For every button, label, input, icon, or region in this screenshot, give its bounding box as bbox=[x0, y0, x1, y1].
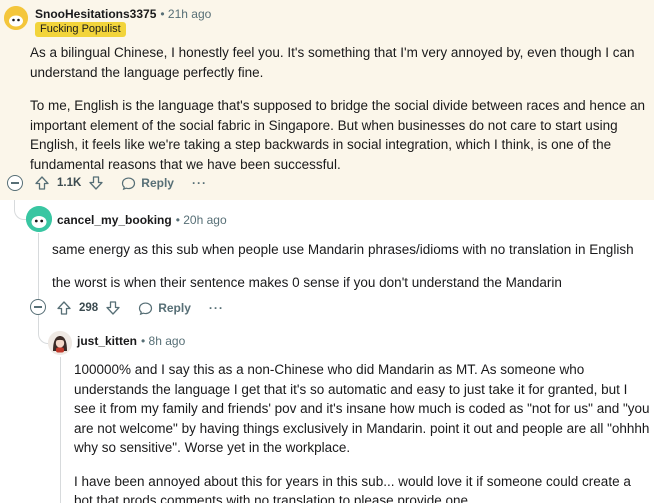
thread-connector bbox=[14, 200, 26, 220]
downvote-icon[interactable] bbox=[104, 299, 122, 317]
comment-meta: just_kitten • 8h ago bbox=[77, 334, 185, 348]
comment-actions: 1.1K Reply ··· bbox=[33, 171, 207, 195]
upvote-icon[interactable] bbox=[33, 174, 51, 192]
comment-paragraph: As a bilingual Chinese, I honestly feel … bbox=[30, 45, 635, 80]
comment-paragraph: 100000% and I say this as a non-Chinese … bbox=[74, 362, 650, 455]
comment-meta: SnooHesitations3375 • 21h ago bbox=[35, 7, 211, 21]
reply-label: Reply bbox=[158, 301, 191, 315]
comment-meta: cancel_my_booking • 20h ago bbox=[57, 213, 227, 227]
downvote-icon[interactable] bbox=[87, 174, 105, 192]
comment-thread: SnooHesitations3375 • 21h ago Fucking Po… bbox=[0, 0, 654, 503]
more-icon[interactable]: ··· bbox=[192, 176, 207, 190]
reply-icon bbox=[139, 301, 153, 315]
snoo-avatar[interactable] bbox=[4, 6, 28, 30]
more-icon[interactable]: ··· bbox=[209, 301, 224, 315]
vote-count: 1.1K bbox=[57, 177, 82, 189]
comment-paragraph: same energy as this sub when people use … bbox=[52, 242, 634, 257]
comment-paragraph: I have been annoyed about this for years… bbox=[74, 473, 631, 503]
comment-highlighted: SnooHesitations3375 • 21h ago Fucking Po… bbox=[0, 0, 654, 200]
vote-count: 298 bbox=[79, 302, 99, 314]
thread-line[interactable] bbox=[60, 357, 61, 503]
upvote-icon[interactable] bbox=[55, 299, 73, 317]
username[interactable]: just_kitten bbox=[77, 334, 137, 348]
comment-paragraph: the worst is when their sentence makes 0… bbox=[52, 274, 562, 290]
collapse-icon[interactable] bbox=[7, 175, 23, 191]
timestamp[interactable]: • 21h ago bbox=[160, 7, 211, 21]
username[interactable]: cancel_my_booking bbox=[57, 213, 172, 227]
comment-body: 100000% and I say this as a non-Chinese … bbox=[74, 360, 650, 503]
reply-button[interactable]: Reply bbox=[121, 176, 174, 191]
comment-actions: 298 Reply ··· bbox=[55, 296, 224, 320]
comment-paragraph: To me, English is the language that's su… bbox=[30, 98, 645, 172]
snoo-avatar[interactable] bbox=[26, 206, 52, 232]
username[interactable]: SnooHesitations3375 bbox=[35, 7, 156, 21]
comment-body: As a bilingual Chinese, I honestly feel … bbox=[30, 43, 648, 188]
collapse-icon[interactable] bbox=[30, 299, 46, 315]
reply-button[interactable]: Reply bbox=[138, 301, 191, 316]
user-avatar[interactable] bbox=[48, 331, 72, 355]
reply-icon bbox=[122, 176, 136, 190]
reply-label: Reply bbox=[141, 176, 174, 190]
timestamp[interactable]: • 8h ago bbox=[141, 334, 185, 348]
thread-line[interactable] bbox=[38, 233, 39, 301]
timestamp[interactable]: • 20h ago bbox=[176, 213, 227, 227]
user-flair: Fucking Populist bbox=[35, 22, 126, 37]
